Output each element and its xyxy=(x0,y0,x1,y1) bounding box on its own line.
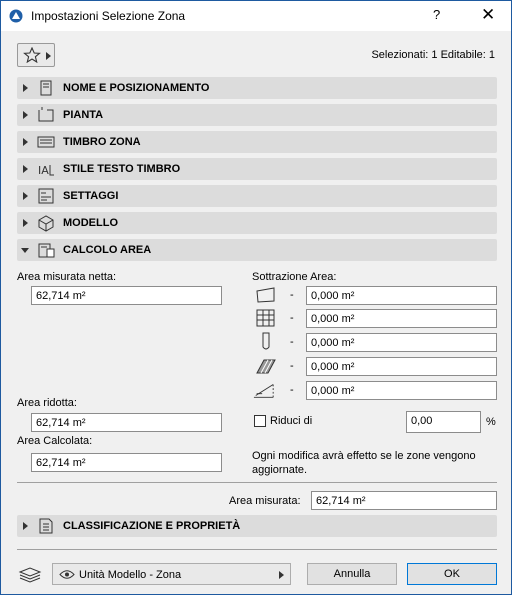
dash: - xyxy=(290,289,294,301)
section-modello[interactable]: MODELLO xyxy=(17,212,497,234)
section-stile-testo-timbro[interactable]: IA STILE TESTO TIMBRO xyxy=(17,158,497,180)
section-label: SETTAGGI xyxy=(63,190,119,202)
title-bar: Impostazioni Selezione Zona ? ✕ xyxy=(1,1,511,31)
collapse-arrow-icon xyxy=(21,248,29,253)
expand-arrow-icon xyxy=(23,219,28,227)
ok-button[interactable]: OK xyxy=(407,563,497,585)
sottrazione-field-5: 0,000 m² xyxy=(306,381,497,400)
dash: - xyxy=(290,312,294,324)
zone-stamp-icon xyxy=(37,136,55,148)
riduci-checkbox[interactable] xyxy=(254,415,266,427)
sottrazione-field-4: 0,000 m² xyxy=(306,357,497,376)
area-ridotta-field: 62,714 m² xyxy=(31,413,222,432)
area-calcolata-field: 62,714 m² xyxy=(31,453,222,472)
id-tag-icon xyxy=(40,80,52,96)
expand-arrow-icon xyxy=(23,165,28,173)
section-nome-posizionamento[interactable]: NOME E POSIZIONAMENTO xyxy=(17,77,497,99)
layers-icon xyxy=(18,567,42,583)
area-misurata-field: 62,714 m² xyxy=(311,491,497,510)
section-label: CALCOLO AREA xyxy=(63,244,152,256)
area-ridotta-label: Area ridotta: xyxy=(17,397,77,409)
star-icon xyxy=(23,47,41,63)
floor-slab-icon xyxy=(256,287,275,303)
expand-arrow-icon xyxy=(23,84,28,92)
expand-arrow-icon xyxy=(23,522,28,530)
view-selector-label: Unità Modello - Zona xyxy=(79,569,182,581)
area-calculation-icon xyxy=(38,243,55,258)
document-list-icon xyxy=(39,518,53,534)
eye-icon xyxy=(59,570,75,579)
section-label: STILE TESTO TIMBRO xyxy=(63,163,181,175)
section-label: MODELLO xyxy=(63,217,118,229)
app-logo-icon xyxy=(9,9,23,23)
section-label: PIANTA xyxy=(63,109,104,121)
column-icon xyxy=(262,332,270,350)
divider xyxy=(17,549,497,550)
window-title: Impostazioni Selezione Zona xyxy=(31,9,186,23)
expand-arrow-icon xyxy=(23,111,28,119)
section-classificazione-proprieta[interactable]: CLASSIFICAZIONE E PROPRIETÀ xyxy=(17,515,497,537)
sottrazione-area-label: Sottrazione Area: xyxy=(252,271,337,283)
area-misurata-label: Area misurata: xyxy=(229,495,301,507)
divider xyxy=(17,482,497,483)
sottrazione-field-2: 0,000 m² xyxy=(306,309,497,328)
close-button[interactable]: ✕ xyxy=(481,5,495,25)
help-button[interactable]: ? xyxy=(433,7,440,22)
cancel-button[interactable]: Annulla xyxy=(307,563,397,585)
riduci-input[interactable]: 0,00 xyxy=(406,411,481,433)
area-netta-field: 62,714 m² xyxy=(31,286,222,305)
section-label: TIMBRO ZONA xyxy=(63,136,141,148)
hatch-icon xyxy=(256,359,276,374)
3d-model-icon xyxy=(38,215,54,232)
area-netta-label: Area misurata netta: xyxy=(17,271,117,283)
section-settaggi[interactable]: SETTAGGI xyxy=(17,185,497,207)
settings-icon xyxy=(38,188,54,204)
area-calcolata-label: Area Calcolata: xyxy=(17,435,93,447)
favorites-button[interactable] xyxy=(17,43,55,67)
section-timbro-zona[interactable]: TIMBRO ZONA xyxy=(17,131,497,153)
riduci-label: Riduci di xyxy=(270,415,313,427)
section-label: CLASSIFICAZIONE E PROPRIETÀ xyxy=(63,520,241,532)
low-height-icon xyxy=(253,384,274,398)
selection-info: Selezionati: 1 Editabile: 1 xyxy=(371,49,495,61)
view-selector[interactable]: Unità Modello - Zona xyxy=(52,563,291,585)
section-label: NOME E POSIZIONAMENTO xyxy=(63,82,210,94)
update-note: Ogni modifica avrà effetto se le zone ve… xyxy=(252,450,476,476)
riduci-unit: % xyxy=(486,416,496,428)
dash: - xyxy=(290,384,294,396)
expand-arrow-icon xyxy=(23,192,28,200)
floor-plan-icon xyxy=(38,107,54,122)
grid-icon xyxy=(256,309,275,327)
section-pianta[interactable]: PIANTA xyxy=(17,104,497,126)
text-style-icon: IA xyxy=(38,164,54,177)
sottrazione-field-1: 0,000 m² xyxy=(306,286,497,305)
dash: - xyxy=(290,336,294,348)
sottrazione-field-3: 0,000 m² xyxy=(306,333,497,352)
chevron-right-icon xyxy=(279,571,284,579)
dash: - xyxy=(290,360,294,372)
dialog-window: Impostazioni Selezione Zona ? ✕ Selezion… xyxy=(0,0,512,595)
expand-arrow-icon xyxy=(23,138,28,146)
svg-text:IA: IA xyxy=(38,164,49,177)
chevron-right-icon xyxy=(46,52,51,60)
section-calcolo-area[interactable]: CALCOLO AREA xyxy=(17,239,497,261)
